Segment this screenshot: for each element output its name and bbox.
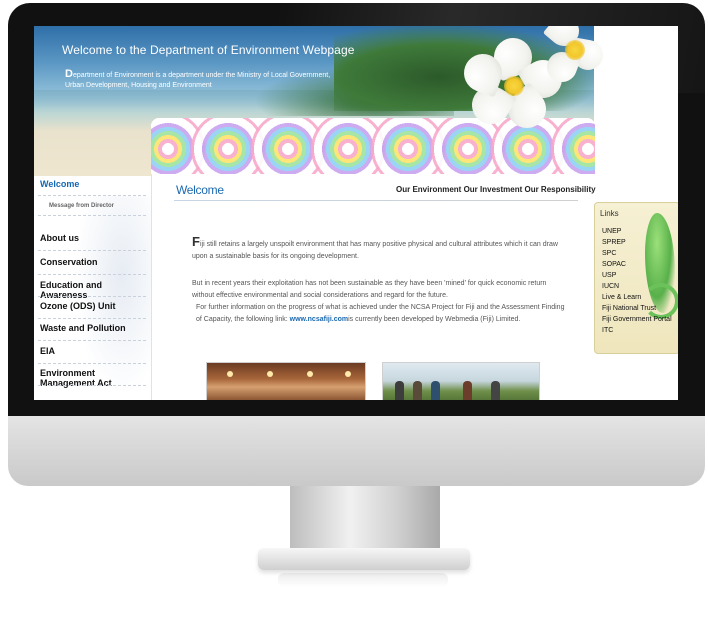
exploitation-paragraph: But in recent years their exploitation h… [192,280,547,299]
link-itc[interactable]: ITC [602,327,613,334]
field-visit-photo [382,362,540,400]
nav-divider [38,318,146,319]
intro-paragraph: Fiji still retains a largely unspoilt en… [192,234,562,263]
link-sprep[interactable]: SPREP [602,239,626,246]
description-dropcap: D [65,68,73,80]
ncsa-text-after: is currently been developed by Webmedia … [348,316,521,323]
site-title: Welcome to the Department of Environment… [62,43,355,57]
nav-item-conservation[interactable]: Conservation [40,257,98,267]
nav-divider [38,340,146,341]
nav-item-about-us[interactable]: About us [40,233,79,243]
nav-divider [38,195,146,196]
link-live-and-learn[interactable]: Live & Learn [602,294,641,301]
heading-underline [174,200,578,201]
nav-item-education-awareness[interactable]: Education and Awareness [40,280,151,300]
monitor-chin [8,416,705,486]
monitor-stand-foot [258,548,470,570]
link-spc[interactable]: SPC [602,250,616,257]
nav-item-welcome[interactable]: Welcome [40,179,79,189]
stand-reflection [278,573,448,587]
main-content: Welcome Our Environment Our Investment O… [151,174,596,400]
link-fiji-national-trust[interactable]: Fiji National Trust [602,305,656,312]
screen: Welcome to the Department of Environment… [34,26,678,400]
left-navigation: Welcome Message from Director About us C… [34,176,154,400]
intro-text: iji still retains a largely unspoilt env… [192,241,558,260]
nav-subitem-message-from-director[interactable]: Message from Director [49,203,114,209]
link-unep[interactable]: UNEP [602,228,621,235]
link-usp[interactable]: USP [602,272,616,279]
site-description: Department of Environment is a departmen… [65,69,335,91]
monitor-stand-neck [290,486,440,556]
nav-divider [38,274,146,275]
tagline: Our Environment Our Investment Our Respo… [396,185,596,194]
chameleon-tail [643,283,678,319]
nav-item-ozone-unit[interactable]: Ozone (ODS) Unit [40,301,116,311]
ncsafiji-link[interactable]: www.ncsafiji.com [290,316,348,323]
nav-item-waste-pollution[interactable]: Waste and Pollution [40,323,126,333]
nav-divider [38,250,146,251]
conference-room-photo [206,362,366,400]
nav-divider [38,363,146,364]
link-iucn[interactable]: IUCN [602,283,619,290]
nav-divider [38,385,146,386]
link-fiji-government-portal[interactable]: Fiji Government Portal [602,316,672,323]
nav-divider [38,215,146,216]
page-heading: Welcome [176,183,224,197]
intro-dropcap: F [192,234,200,249]
links-panel: Links UNEP SPREP SPC SOPAC USP IUCN Live… [594,202,678,354]
nav-item-eia[interactable]: EIA [40,346,55,356]
links-title: Links [600,209,619,218]
link-sopac[interactable]: SOPAC [602,261,626,268]
ncsa-paragraph: For further information on the progress … [196,302,566,326]
description-text: epartment of Environment is a department… [65,72,331,89]
nav-divider [38,296,146,297]
frangipani-flower-small [539,26,619,96]
